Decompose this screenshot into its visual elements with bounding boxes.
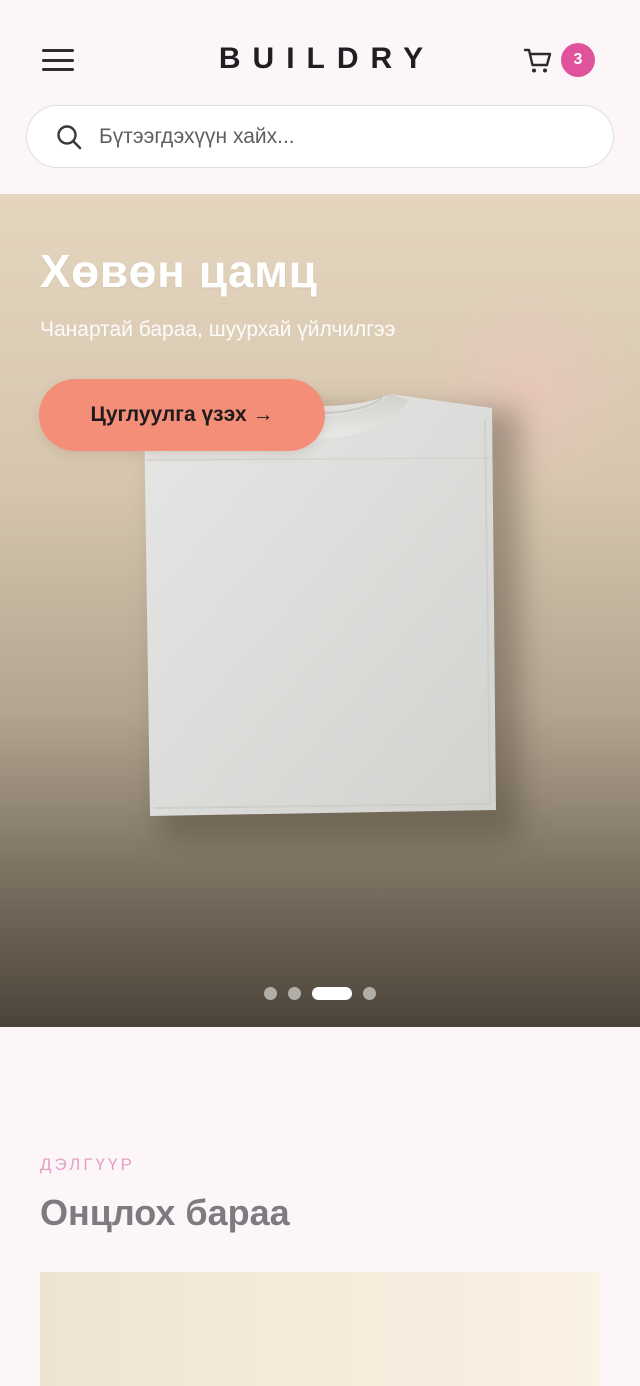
carousel-dot-1[interactable] [264,987,277,1000]
search-bar[interactable] [26,105,614,168]
hero-title: Хөвөн цамц [40,245,318,297]
product-card[interactable] [40,1272,600,1386]
section-title: Онцлох бараа [40,1192,290,1233]
search-icon [57,124,82,149]
page: BUILDRY 3 Бүтээгдэхүүн хайх... Хөвөн цам… [0,0,640,1386]
section-kicker: ДЭЛГҮҮР [40,1155,135,1174]
cart-icon [523,48,552,73]
carousel-dot-3-active[interactable] [312,987,352,1000]
view-collection-button[interactable]: Цуглуулга үзэх → [39,379,325,451]
hero-banner[interactable]: Хөвөн цамц Чанартай бараа, шуурхай үйлчи… [0,194,640,1027]
carousel-dot-4[interactable] [363,987,376,1000]
folded-tshirt-image [144,394,496,816]
cart-button[interactable] [518,40,558,80]
search-input[interactable] [99,124,559,149]
carousel-dot-2[interactable] [288,987,301,1000]
cart-count-badge: 3 [561,43,595,77]
carousel-pagination [0,987,640,1000]
hero-subtitle: Чанартай бараа, шуурхай үйлчилгээ [40,318,396,341]
app-header: BUILDRY 3 [0,0,640,105]
